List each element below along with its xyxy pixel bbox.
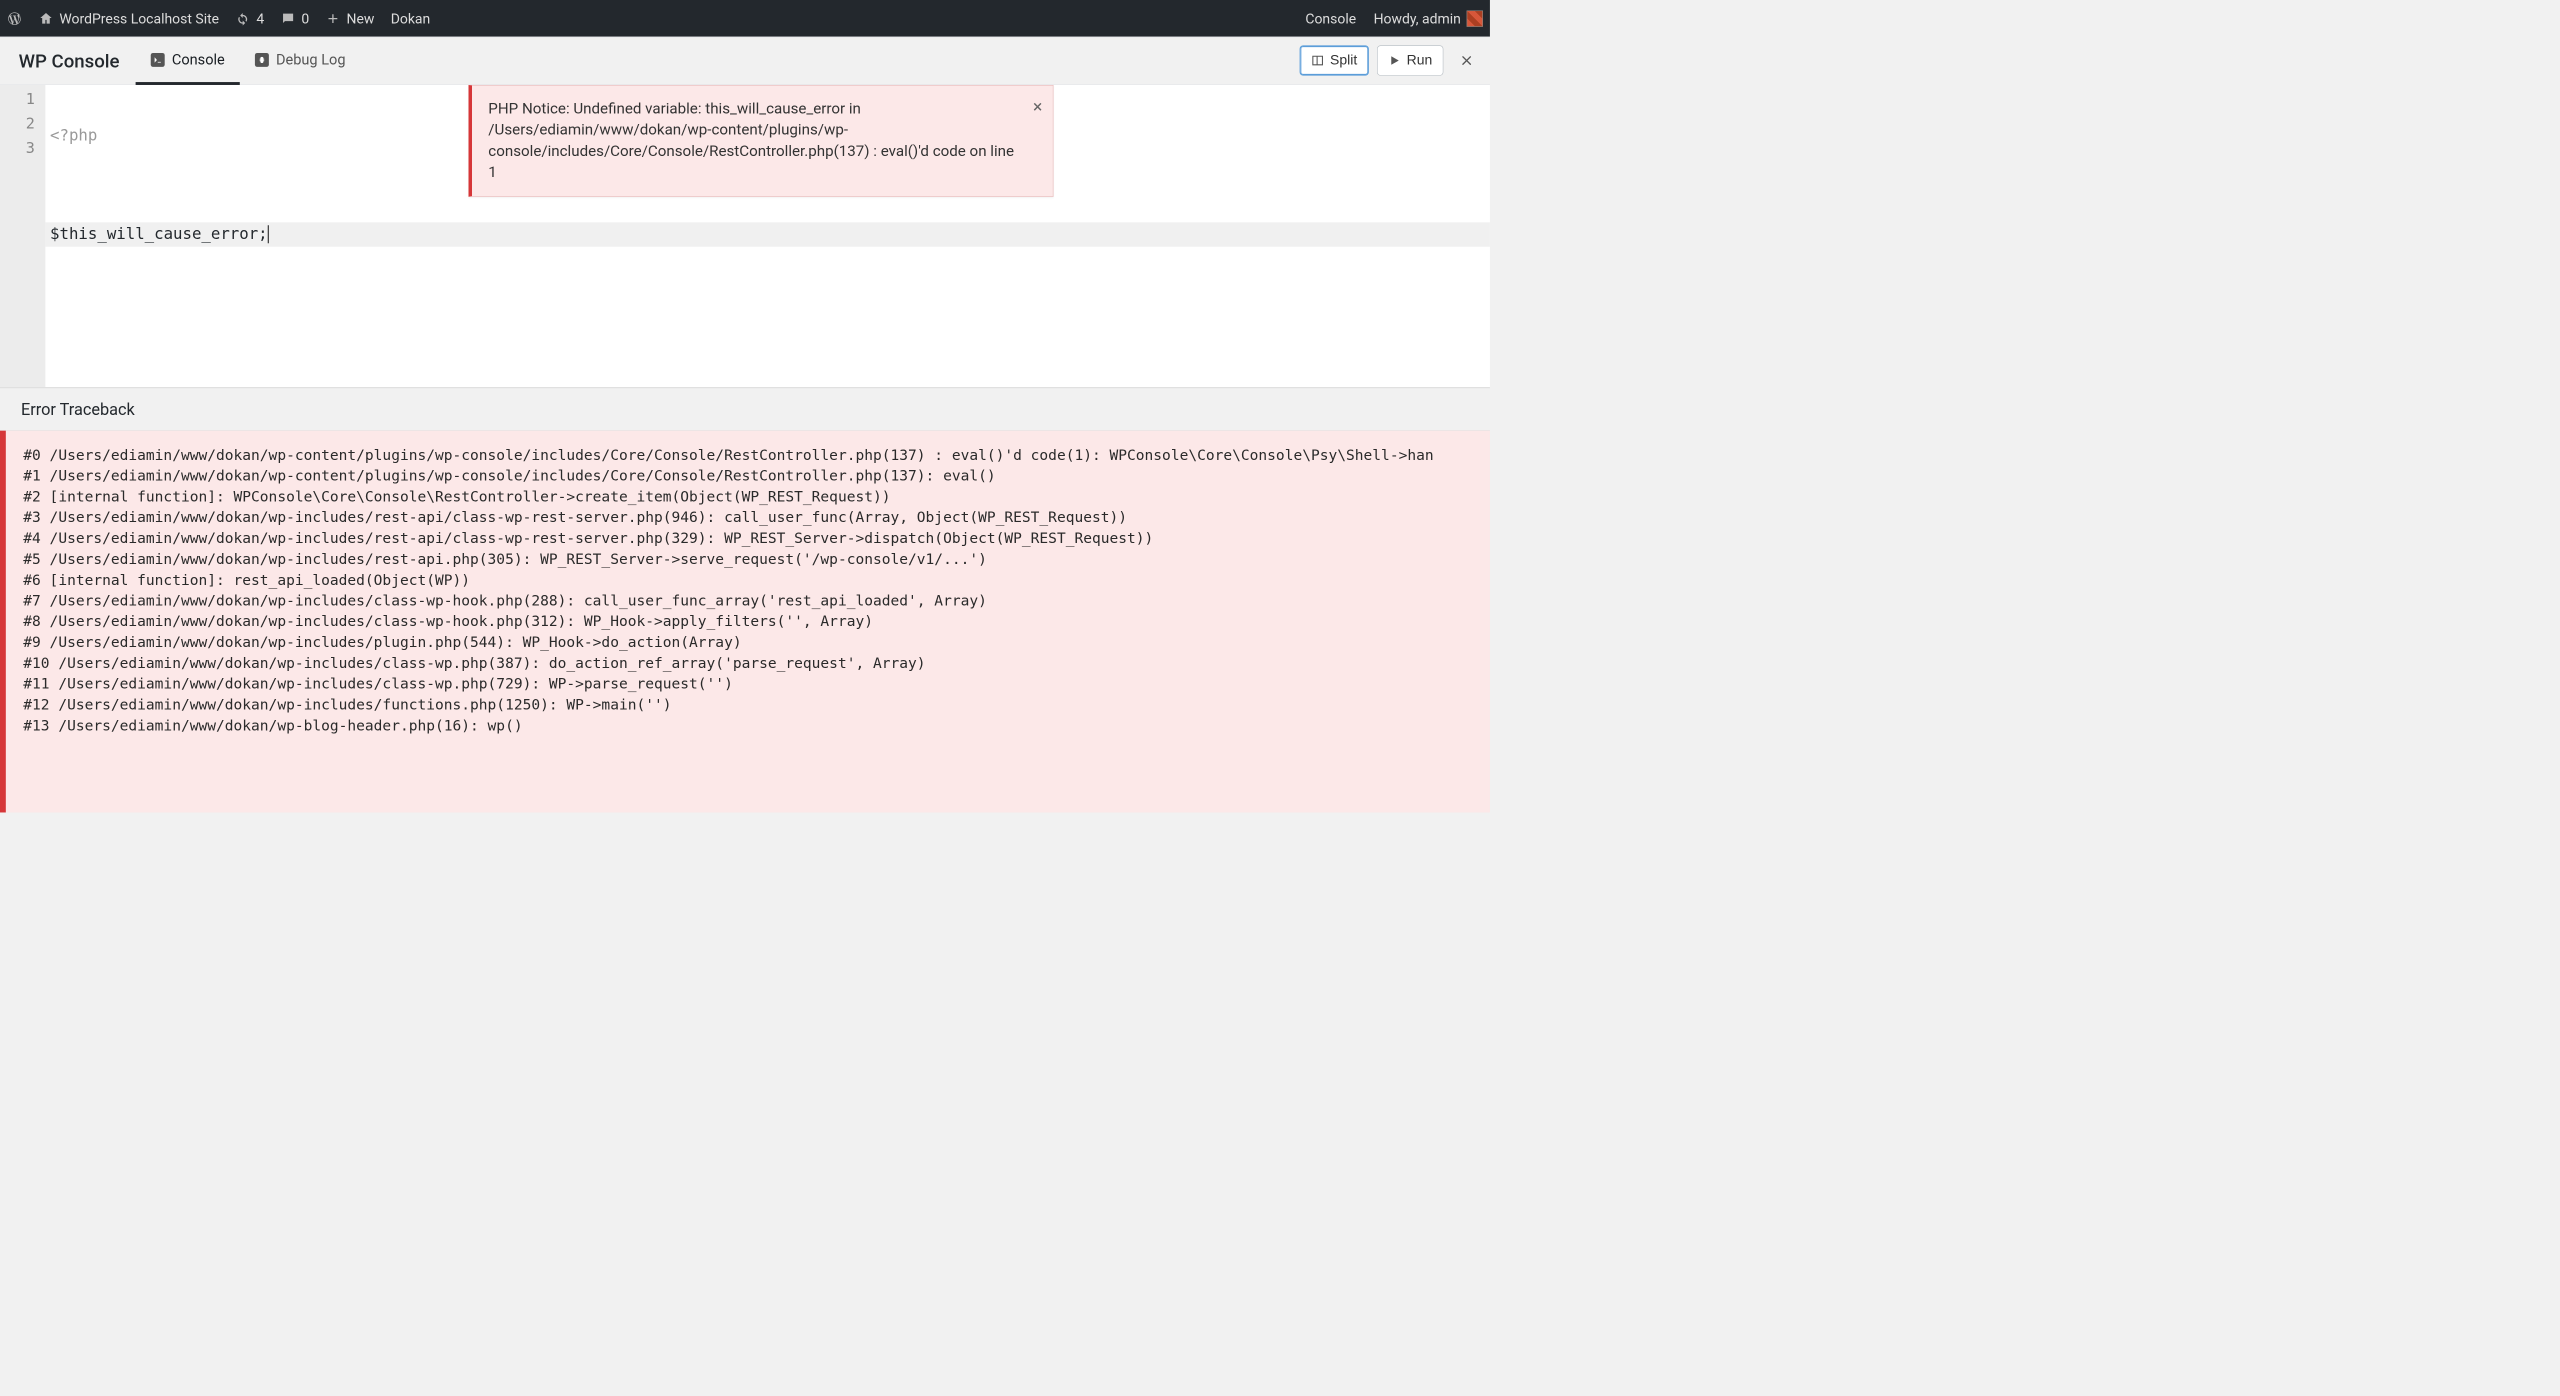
notice-close-button[interactable]: × [1033,95,1042,119]
code-line: $this_will_cause_error; [45,222,1490,246]
split-icon [1311,54,1324,67]
close-icon [1460,54,1473,67]
site-name-label: WordPress Localhost Site [59,10,219,26]
comment-icon [280,11,295,26]
php-notice: PHP Notice: Undefined variable: this_wil… [469,85,1054,196]
split-button-label: Split [1330,52,1357,68]
line-number: 2 [0,112,45,136]
wp-console-panel: WP Console Console Debug Log Split [0,37,1490,813]
avatar-icon [1467,10,1483,26]
panel-title: WP Console [0,50,136,72]
home-icon [38,11,53,26]
comments-link[interactable]: 0 [280,10,309,26]
tab-console[interactable]: Console [136,38,240,85]
site-name-link[interactable]: WordPress Localhost Site [38,10,219,26]
line-number: 1 [0,87,45,111]
bug-icon [255,53,269,67]
console-nav-label: Console [1305,10,1356,26]
editor-gutter: 1 2 3 [0,85,45,387]
run-button-label: Run [1407,52,1433,68]
wordpress-icon [7,11,22,26]
play-icon [1388,54,1401,67]
run-button[interactable]: Run [1377,45,1443,75]
tab-debug-log[interactable]: Debug Log [240,38,361,85]
split-button[interactable]: Split [1300,45,1369,75]
line-number: 3 [0,136,45,160]
dokan-link[interactable]: Dokan [391,10,431,26]
terminal-icon [151,53,165,67]
comments-count: 0 [301,10,309,26]
dokan-label: Dokan [391,10,431,26]
traceback-title: Error Traceback [0,388,1490,431]
plus-icon [326,11,341,26]
updates-count: 4 [256,10,264,26]
console-nav-link[interactable]: Console [1305,10,1356,26]
howdy-label: Howdy, admin [1374,10,1461,26]
updates-link[interactable]: 4 [235,10,264,26]
notice-text: PHP Notice: Undefined variable: this_wil… [488,100,1014,181]
account-link[interactable]: Howdy, admin [1374,10,1483,26]
tab-debug-log-label: Debug Log [276,52,346,69]
traceback-body: #0 /Users/ediamin/www/dokan/wp-content/p… [0,431,1490,813]
panel-close-button[interactable] [1455,49,1478,72]
refresh-icon [235,11,250,26]
wp-logo-link[interactable] [7,11,22,26]
new-link[interactable]: New [326,10,375,26]
panel-header: WP Console Console Debug Log Split [0,37,1490,85]
new-label: New [347,10,375,26]
wp-admin-bar: WordPress Localhost Site 4 0 New Dokan C… [0,0,1490,37]
tab-console-label: Console [172,52,225,69]
